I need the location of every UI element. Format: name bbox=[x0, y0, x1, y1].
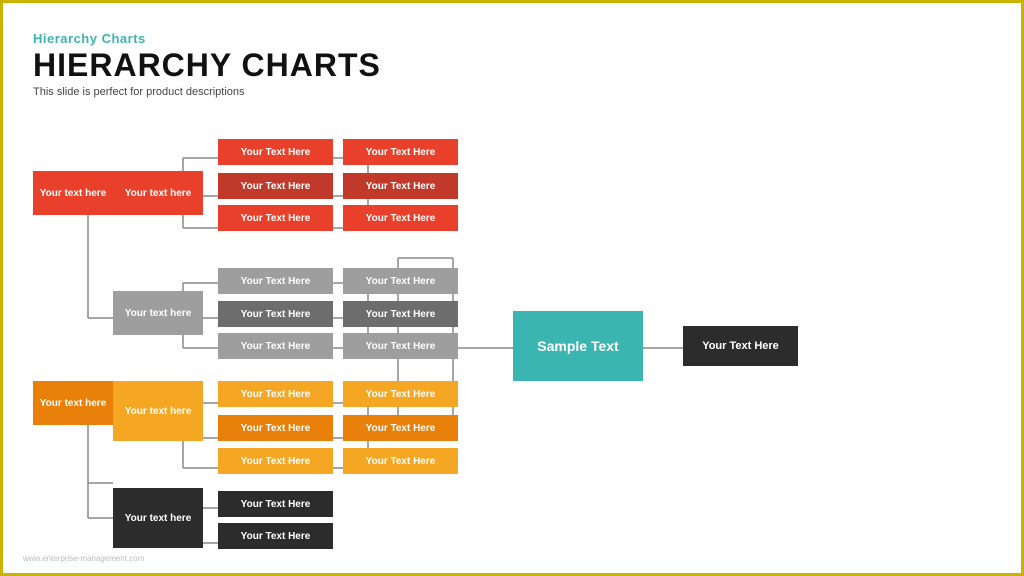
root-top-box: Your text here bbox=[33, 171, 113, 215]
gray-r1: Your Text Here bbox=[343, 268, 458, 294]
header-desc: This slide is perfect for product descri… bbox=[33, 86, 381, 98]
header: Hierarchy Charts HIERARCHY CHARTS This s… bbox=[33, 31, 381, 98]
gray-l1: Your Text Here bbox=[218, 268, 333, 294]
header-title: HIERARCHY CHARTS bbox=[33, 48, 381, 83]
right-black-box: Your Text Here bbox=[683, 326, 798, 366]
gray-l3: Your Text Here bbox=[218, 333, 333, 359]
bot-mid2-box: Your text here bbox=[113, 488, 203, 548]
org-r2: Your Text Here bbox=[343, 415, 458, 441]
root-bottom-box: Your text here bbox=[33, 381, 113, 425]
top-r1: Your Text Here bbox=[218, 139, 333, 165]
org-r3: Your Text Here bbox=[343, 448, 458, 474]
blk-1: Your Text Here bbox=[218, 491, 333, 517]
far-r1: Your Text Here bbox=[343, 139, 458, 165]
gray-l2: Your Text Here bbox=[218, 301, 333, 327]
slide: Hierarchy Charts HIERARCHY CHARTS This s… bbox=[0, 0, 1024, 576]
header-subtitle: Hierarchy Charts bbox=[33, 31, 381, 46]
chart-area: Your text here Your text here Your text … bbox=[23, 133, 1003, 553]
top-r2: Your Text Here bbox=[218, 173, 333, 199]
gray-r3: Your Text Here bbox=[343, 333, 458, 359]
top-mid2-box: Your text here bbox=[113, 291, 203, 335]
top-r3: Your Text Here bbox=[218, 205, 333, 231]
org-r1: Your Text Here bbox=[343, 381, 458, 407]
org-l2: Your Text Here bbox=[218, 415, 333, 441]
blk-2: Your Text Here bbox=[218, 523, 333, 549]
sample-text-box: Sample Text bbox=[513, 311, 643, 381]
far-r2: Your Text Here bbox=[343, 173, 458, 199]
bot-mid1-box: Your text here bbox=[113, 381, 203, 441]
top-mid1-box: Your text here bbox=[113, 171, 203, 215]
gray-r2: Your Text Here bbox=[343, 301, 458, 327]
watermark: www.enterprise-management.com bbox=[23, 554, 144, 563]
far-r3: Your Text Here bbox=[343, 205, 458, 231]
org-l3: Your Text Here bbox=[218, 448, 333, 474]
org-l1: Your Text Here bbox=[218, 381, 333, 407]
